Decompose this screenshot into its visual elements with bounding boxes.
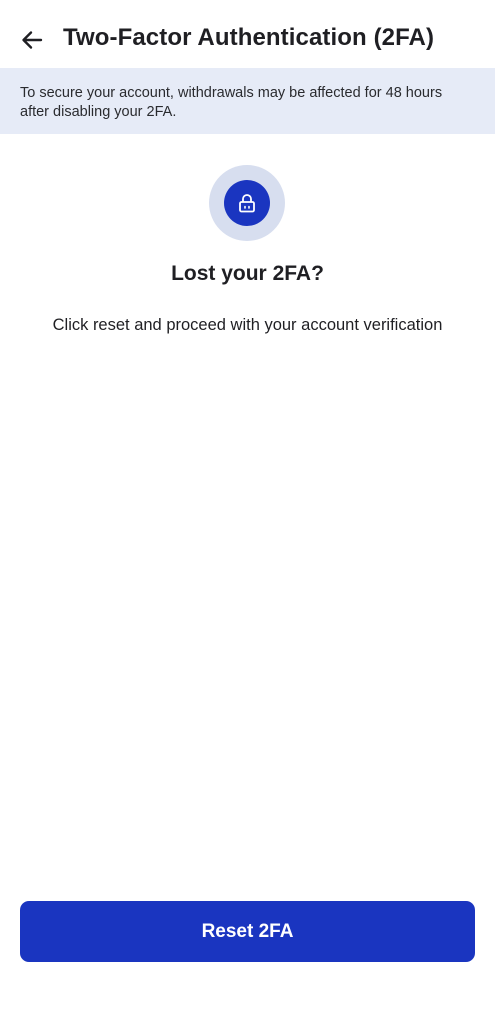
notice-text: To secure your account, withdrawals may …	[20, 85, 443, 120]
arrow-left-icon	[22, 31, 43, 49]
reset-2fa-button[interactable]: Reset 2FA	[20, 901, 475, 962]
withdrawal-notice-banner: To secure your account, withdrawals may …	[0, 68, 495, 134]
page-title: Two-Factor Authentication (2FA)	[63, 24, 435, 51]
lost-2fa-heading: Lost your 2FA?	[171, 262, 324, 285]
back-button[interactable]	[12, 20, 52, 60]
lock-icon	[239, 194, 255, 213]
lock-badge-inner	[224, 180, 270, 226]
reset-instructions: Click reset and proceed with your accoun…	[52, 316, 443, 334]
lock-badge	[209, 165, 285, 241]
app-header: Two-Factor Authentication (2FA)	[0, 0, 495, 68]
reset-2fa-button-label: Reset 2FA	[201, 920, 294, 942]
